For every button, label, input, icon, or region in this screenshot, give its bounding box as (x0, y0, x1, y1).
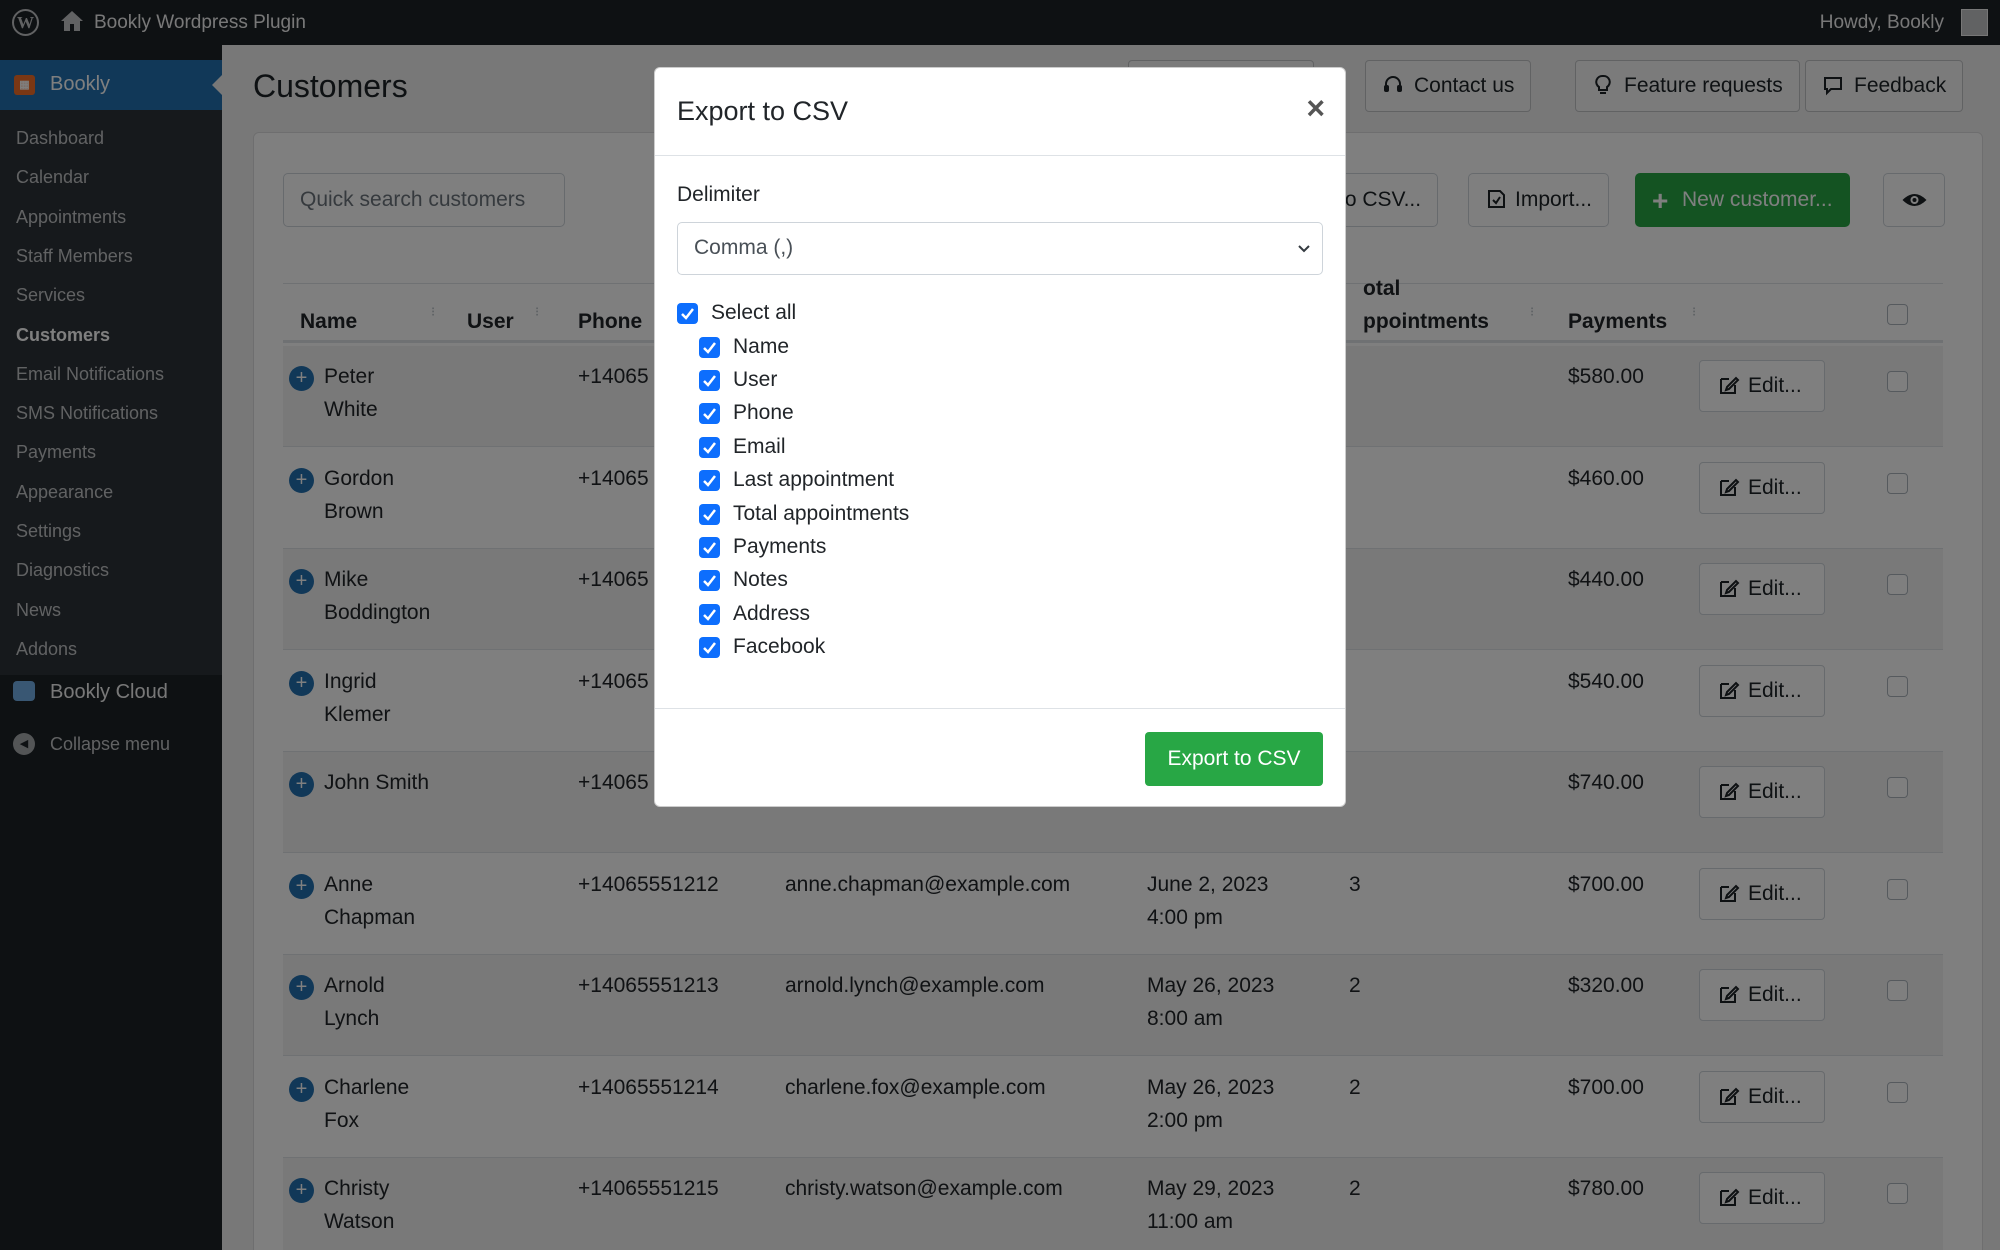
close-icon[interactable]: × (1306, 92, 1325, 124)
checkbox[interactable] (699, 503, 720, 525)
check-icon (681, 308, 694, 320)
check-icon (703, 608, 716, 621)
checkbox[interactable] (699, 336, 720, 358)
checkbox-label: Name (733, 334, 790, 358)
checkbox-label: Total appointments (733, 501, 910, 525)
check-icon (703, 375, 716, 387)
modal-footer-divider (655, 708, 1345, 709)
delimiter-select[interactable]: Comma (,) (677, 222, 1323, 275)
checkbox[interactable] (699, 403, 720, 425)
modal-header: Export to CSV × (655, 68, 1345, 156)
checkbox-label: Payments (733, 534, 827, 558)
check-icon (703, 408, 716, 421)
export-csv-modal: Export to CSV × Delimiter Comma (,) Sele… (654, 67, 1346, 807)
check-icon (703, 575, 716, 588)
chevron-down-icon (1298, 245, 1310, 253)
checkbox[interactable] (699, 369, 720, 391)
check-icon (703, 341, 716, 354)
check-icon (703, 642, 716, 654)
checkbox-label: Facebook (733, 635, 826, 659)
checkbox-label: Last appointment (733, 468, 895, 492)
checkbox[interactable] (699, 637, 720, 659)
checkbox-label: Address (733, 601, 811, 625)
check-icon (703, 475, 716, 487)
checkbox[interactable] (699, 470, 720, 492)
checkbox-label: Notes (733, 568, 788, 592)
checkbox[interactable] (677, 303, 698, 324)
checkbox[interactable] (699, 436, 720, 458)
checkbox-label: Email (733, 434, 786, 458)
checkbox[interactable] (699, 570, 720, 592)
export-to-csv-button[interactable]: Export to CSV (1145, 732, 1323, 786)
modal-title: Export to CSV (677, 96, 849, 126)
check-icon (703, 441, 716, 454)
checkbox-label: Select all (711, 301, 797, 324)
check-icon (703, 542, 716, 554)
checkbox-label: User (733, 367, 778, 391)
delimiter-label: Delimiter (677, 183, 760, 206)
delimiter-value: Comma (,) (694, 236, 794, 259)
checkbox-label: Phone (733, 401, 794, 425)
checkbox[interactable] (699, 603, 720, 625)
check-icon (703, 508, 716, 521)
checkbox[interactable] (699, 536, 720, 558)
